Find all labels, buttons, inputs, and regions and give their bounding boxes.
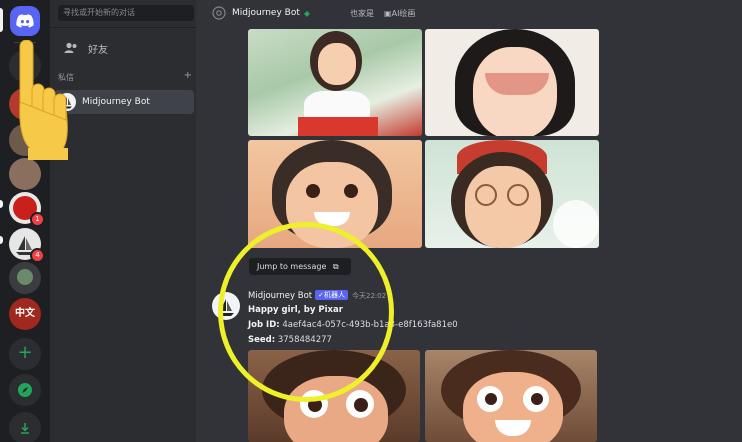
- pointing-hand-icon: [18, 39, 74, 164]
- explore-button[interactable]: [9, 374, 41, 406]
- at-icon: [212, 6, 226, 20]
- generated-image[interactable]: [425, 350, 597, 442]
- message-author[interactable]: Midjourney Bot: [248, 291, 312, 301]
- discord-icon: [16, 14, 34, 28]
- active-pill: [0, 8, 3, 32]
- add-dm-button[interactable]: +: [184, 71, 192, 83]
- avatar[interactable]: [212, 292, 240, 320]
- plus-icon: +: [17, 342, 33, 363]
- notification-badge: 1: [30, 212, 45, 227]
- unread-pill: [0, 200, 3, 208]
- seed-label: Seed:: [248, 335, 276, 345]
- channel-icon: ▣: [384, 8, 392, 18]
- header-link-favorites[interactable]: 也家是: [350, 8, 374, 19]
- generated-image[interactable]: [425, 140, 599, 248]
- header-link-ai-drawing[interactable]: ▣AI绘画: [384, 8, 415, 19]
- job-id-label: Job ID:: [248, 320, 280, 330]
- dm-section-header: 私信 +: [58, 71, 192, 83]
- message-prompt: Happy girl, by Pixar: [248, 305, 343, 315]
- friends-nav-item[interactable]: 好友: [58, 36, 190, 60]
- download-icon: [21, 423, 29, 434]
- search-input[interactable]: 寻找或开始新的对话: [58, 5, 194, 21]
- discord-home-button[interactable]: [10, 6, 40, 36]
- jump-to-message-button[interactable]: Jump to message ⧉: [249, 258, 351, 275]
- external-link-icon: ⧉: [332, 262, 339, 271]
- bot-badge: ✓机器人: [315, 290, 348, 300]
- server-icon[interactable]: [9, 262, 41, 294]
- generated-image[interactable]: [248, 29, 422, 136]
- unread-pill: [0, 236, 3, 244]
- sailboat-icon: [218, 299, 234, 316]
- dm-item-label: Midjourney Bot: [82, 97, 150, 107]
- friends-label: 好友: [88, 44, 108, 56]
- channel-name: Midjourney Bot: [232, 8, 300, 18]
- notification-badge: 4: [30, 248, 45, 263]
- verified-icon: ◆: [303, 8, 311, 18]
- seed-value: 3758484277: [277, 335, 332, 345]
- message-timestamp: 今天22:02: [351, 292, 387, 300]
- chat-header: Midjourney Bot ◆ 也家是 ▣AI绘画: [196, 0, 742, 26]
- server-icon-chinese[interactable]: 中文: [9, 298, 41, 330]
- job-id-value: 4aef4ac4-057c-493b-b1a3-e8f163fa81e0: [282, 320, 458, 330]
- generated-image[interactable]: [248, 350, 420, 442]
- generated-image[interactable]: [425, 29, 599, 136]
- divider: [50, 27, 196, 28]
- generated-image[interactable]: [248, 140, 422, 248]
- dm-item-midjourney[interactable]: Midjourney Bot: [54, 90, 194, 114]
- compass-icon: [18, 383, 32, 397]
- download-button[interactable]: [9, 412, 41, 442]
- add-server-button[interactable]: +: [9, 338, 41, 370]
